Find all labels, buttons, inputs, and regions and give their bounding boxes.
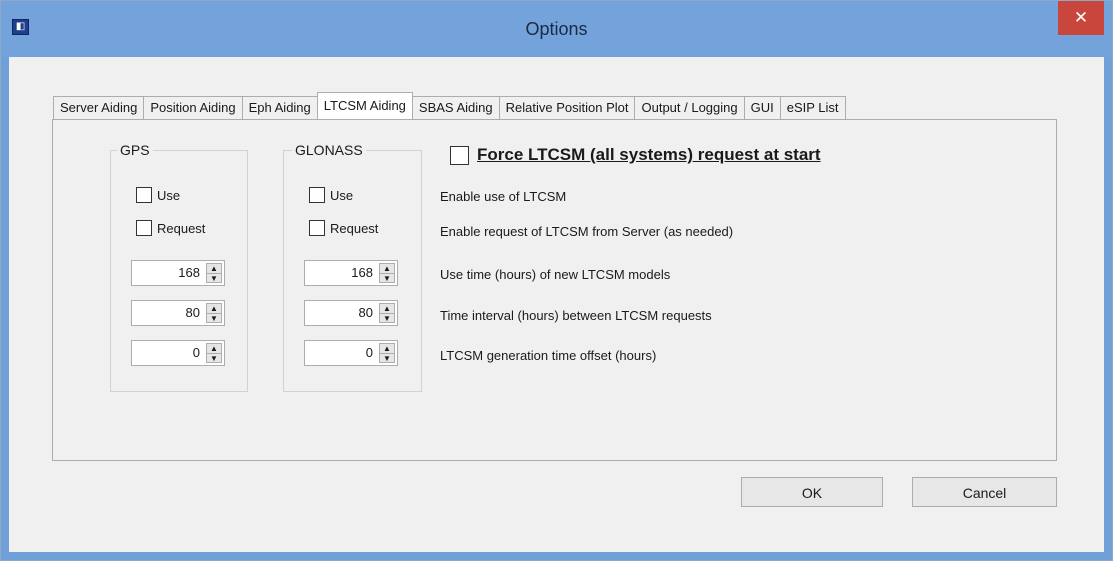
- spin-up-arrow-icon[interactable]: ▲: [380, 344, 394, 354]
- tab-eph-aiding[interactable]: Eph Aiding: [241, 96, 318, 119]
- tab-esip-list[interactable]: eSIP List: [779, 96, 846, 119]
- title-bar[interactable]: ◧ Options ✕: [1, 1, 1112, 57]
- spin-down-arrow-icon[interactable]: ▼: [207, 274, 221, 283]
- spin-buttons[interactable]: ▲ ▼: [206, 343, 222, 363]
- spin-buttons[interactable]: ▲ ▼: [379, 303, 395, 323]
- spin-buttons[interactable]: ▲ ▼: [206, 263, 222, 283]
- tab-relative-position-plot[interactable]: Relative Position Plot: [498, 96, 636, 119]
- checkbox-box[interactable]: [136, 187, 152, 203]
- checkbox-box[interactable]: [450, 145, 469, 165]
- cancel-button[interactable]: Cancel: [912, 477, 1057, 507]
- spin-up-arrow-icon[interactable]: ▲: [207, 344, 221, 354]
- checkbox-box[interactable]: [309, 187, 325, 203]
- tab-server-aiding[interactable]: Server Aiding: [53, 96, 145, 119]
- tab-bar: Server Aiding Position Aiding Eph Aiding…: [53, 92, 846, 119]
- force-ltcsm-label: Force LTCSM (all systems) request at sta…: [477, 145, 821, 164]
- spin-up-arrow-icon[interactable]: ▲: [380, 304, 394, 314]
- dialog-body: Server Aiding Position Aiding Eph Aiding…: [9, 57, 1104, 552]
- gps-request-checkbox[interactable]: Request: [136, 220, 205, 236]
- options-dialog: ◧ Options ✕ Server Aiding Position Aidin…: [0, 0, 1113, 561]
- glonass-group: GLONASS Use Request 168 ▲ ▼ 80 ▲ ▼ 0 ▲ ▼: [283, 142, 422, 392]
- spin-value[interactable]: 168: [178, 261, 200, 285]
- glonass-use-time-spinbox[interactable]: 168 ▲ ▼: [304, 260, 398, 286]
- glonass-offset-spinbox[interactable]: 0 ▲ ▼: [304, 340, 398, 366]
- tab-ltcsm-aiding[interactable]: LTCSM Aiding: [316, 92, 413, 119]
- gps-interval-spinbox[interactable]: 80 ▲ ▼: [131, 300, 225, 326]
- spin-up-arrow-icon[interactable]: ▲: [207, 264, 221, 274]
- spin-value[interactable]: 80: [359, 301, 373, 325]
- desc-use-time: Use time (hours) of new LTCSM models: [440, 267, 671, 282]
- glonass-request-label: Request: [330, 220, 379, 236]
- spin-down-arrow-icon[interactable]: ▼: [380, 354, 394, 363]
- gps-group: GPS Use Request 168 ▲ ▼ 80 ▲ ▼ 0 ▲ ▼: [110, 142, 248, 392]
- gps-use-time-spinbox[interactable]: 168 ▲ ▼: [131, 260, 225, 286]
- desc-offset: LTCSM generation time offset (hours): [440, 348, 657, 363]
- desc-interval: Time interval (hours) between LTCSM requ…: [440, 308, 712, 323]
- spin-buttons[interactable]: ▲ ▼: [379, 343, 395, 363]
- spin-value[interactable]: 80: [186, 301, 200, 325]
- tab-position-aiding[interactable]: Position Aiding: [143, 96, 243, 119]
- spin-buttons[interactable]: ▲ ▼: [206, 303, 222, 323]
- spin-down-arrow-icon[interactable]: ▼: [380, 274, 394, 283]
- spin-value[interactable]: 0: [366, 341, 373, 365]
- tab-output-logging[interactable]: Output / Logging: [634, 96, 745, 119]
- checkbox-box[interactable]: [136, 220, 152, 236]
- spin-down-arrow-icon[interactable]: ▼: [207, 314, 221, 323]
- gps-group-title: GPS: [117, 142, 153, 158]
- ltcsm-aiding-panel: GPS Use Request 168 ▲ ▼ 80 ▲ ▼ 0 ▲ ▼ GLO…: [52, 119, 1057, 461]
- spin-down-arrow-icon[interactable]: ▼: [207, 354, 221, 363]
- tab-gui[interactable]: GUI: [743, 96, 781, 119]
- force-ltcsm-checkbox[interactable]: Force LTCSM (all systems) request at sta…: [450, 145, 821, 165]
- window-title: Options: [525, 19, 588, 39]
- spin-buttons[interactable]: ▲ ▼: [379, 263, 395, 283]
- gps-request-label: Request: [157, 220, 206, 236]
- tab-sbas-aiding[interactable]: SBAS Aiding: [411, 96, 500, 119]
- desc-request: Enable request of LTCSM from Server (as …: [440, 224, 734, 239]
- spin-value[interactable]: 0: [193, 341, 200, 365]
- spin-down-arrow-icon[interactable]: ▼: [380, 314, 394, 323]
- glonass-interval-spinbox[interactable]: 80 ▲ ▼: [304, 300, 398, 326]
- spin-value[interactable]: 168: [351, 261, 373, 285]
- gps-use-label: Use: [157, 187, 181, 203]
- gps-use-checkbox[interactable]: Use: [136, 187, 180, 203]
- spin-up-arrow-icon[interactable]: ▲: [380, 264, 394, 274]
- ok-button[interactable]: OK: [741, 477, 883, 507]
- glonass-use-checkbox[interactable]: Use: [309, 187, 353, 203]
- close-button[interactable]: ✕: [1058, 1, 1104, 35]
- glonass-group-title: GLONASS: [292, 142, 366, 158]
- glonass-request-checkbox[interactable]: Request: [309, 220, 378, 236]
- spin-up-arrow-icon[interactable]: ▲: [207, 304, 221, 314]
- gps-offset-spinbox[interactable]: 0 ▲ ▼: [131, 340, 225, 366]
- checkbox-box[interactable]: [309, 220, 325, 236]
- glonass-use-label: Use: [330, 187, 354, 203]
- desc-use: Enable use of LTCSM: [440, 189, 567, 204]
